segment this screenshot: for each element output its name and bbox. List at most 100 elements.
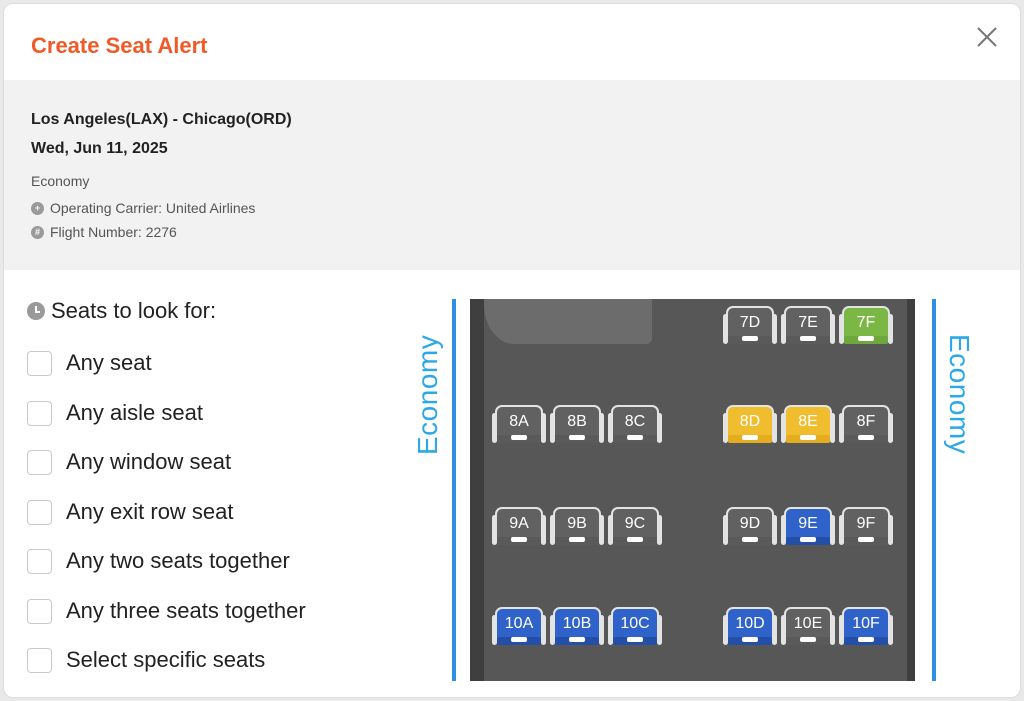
seat-tag bbox=[858, 435, 874, 440]
section-label-left: Economy bbox=[412, 334, 443, 455]
seat-10c[interactable]: 10C bbox=[608, 607, 662, 647]
option-label: Any three seats together bbox=[66, 598, 306, 623]
seat-option[interactable]: Any window seat bbox=[27, 449, 231, 475]
hash-icon: # bbox=[31, 225, 44, 239]
seat-8f[interactable]: 8F bbox=[839, 405, 893, 445]
operating-carrier: + Operating Carrier: United Airlines bbox=[31, 200, 255, 216]
seat-option[interactable]: Any three seats together bbox=[27, 598, 306, 624]
seat-armrest bbox=[772, 515, 777, 545]
seat-tag bbox=[742, 537, 758, 542]
seat-tag bbox=[800, 336, 816, 341]
seat-8e[interactable]: 8E bbox=[781, 405, 835, 445]
seat-tag bbox=[569, 435, 585, 440]
option-checkbox[interactable] bbox=[27, 598, 52, 624]
seat-armrest bbox=[772, 314, 777, 344]
seat-8a[interactable]: 8A bbox=[492, 405, 546, 445]
seat-option[interactable]: Any two seats together bbox=[27, 548, 290, 574]
seat-armrest bbox=[830, 314, 835, 344]
seat-armrest bbox=[599, 615, 604, 645]
seat-option[interactable]: Select specific seats bbox=[27, 647, 265, 673]
seat-tag bbox=[858, 336, 874, 341]
seat-armrest bbox=[657, 515, 662, 545]
seat-7e[interactable]: 7E bbox=[781, 306, 835, 346]
seats-to-look-for-label: Seats to look for: bbox=[51, 298, 217, 323]
option-label: Any seat bbox=[66, 350, 152, 375]
seat-armrest bbox=[541, 413, 546, 443]
seat-9f[interactable]: 9F bbox=[839, 507, 893, 547]
seat-armrest bbox=[830, 413, 835, 443]
seat-armrest bbox=[888, 413, 893, 443]
flight-number: # Flight Number: 2276 bbox=[31, 224, 177, 240]
option-checkbox[interactable] bbox=[27, 400, 52, 426]
seat-tag bbox=[569, 537, 585, 542]
flight-number-text: Flight Number: 2276 bbox=[50, 224, 177, 240]
seat-9b[interactable]: 9B bbox=[550, 507, 604, 547]
seat-armrest bbox=[888, 615, 893, 645]
seat-tag bbox=[627, 637, 643, 642]
cabin-wall-right bbox=[907, 299, 915, 681]
flight-route: Los Angeles(LAX) - Chicago(ORD) bbox=[31, 111, 292, 128]
clock-icon bbox=[27, 302, 45, 320]
seat-tag bbox=[569, 637, 585, 642]
cabin-wall-left bbox=[470, 299, 484, 681]
seat-armrest bbox=[830, 615, 835, 645]
seat-tag bbox=[858, 537, 874, 542]
seat-tag bbox=[511, 637, 527, 642]
section-label-right: Economy bbox=[944, 334, 975, 455]
seat-10a[interactable]: 10A bbox=[492, 607, 546, 647]
seat-tag bbox=[627, 435, 643, 440]
flight-date: Wed, Jun 11, 2025 bbox=[31, 140, 168, 157]
seat-option[interactable]: Any aisle seat bbox=[27, 400, 203, 426]
option-checkbox[interactable] bbox=[27, 449, 52, 475]
seat-armrest bbox=[830, 515, 835, 545]
seat-tag bbox=[858, 637, 874, 642]
seat-9e[interactable]: 9E bbox=[781, 507, 835, 547]
close-button[interactable] bbox=[974, 24, 1000, 50]
option-label: Any aisle seat bbox=[66, 400, 203, 425]
seat-option[interactable]: Any seat bbox=[27, 350, 152, 376]
seat-tag bbox=[742, 336, 758, 341]
option-label: Any window seat bbox=[66, 449, 232, 474]
option-checkbox[interactable] bbox=[27, 647, 52, 673]
seat-8b[interactable]: 8B bbox=[550, 405, 604, 445]
seat-7f[interactable]: 7F bbox=[839, 306, 893, 346]
section-bar-right bbox=[932, 299, 936, 681]
seat-tag bbox=[511, 435, 527, 440]
seat-armrest bbox=[657, 615, 662, 645]
modal-title: Create Seat Alert bbox=[31, 33, 208, 58]
seat-tag bbox=[627, 537, 643, 542]
modal-header: Create Seat Alert bbox=[4, 4, 1020, 80]
seat-8d[interactable]: 8D bbox=[723, 405, 777, 445]
seat-10f[interactable]: 10F bbox=[839, 607, 893, 647]
seat-armrest bbox=[599, 515, 604, 545]
seat-tag bbox=[800, 435, 816, 440]
seat-tag bbox=[800, 637, 816, 642]
seat-10e[interactable]: 10E bbox=[781, 607, 835, 647]
option-label: Select specific seats bbox=[66, 647, 266, 672]
seat-armrest bbox=[888, 314, 893, 344]
seat-armrest bbox=[772, 413, 777, 443]
close-icon bbox=[977, 27, 997, 47]
option-checkbox[interactable] bbox=[27, 548, 52, 574]
seats-to-look-for-heading: Seats to look for: bbox=[27, 298, 216, 324]
seat-9d[interactable]: 9D bbox=[723, 507, 777, 547]
seat-map: 7D 7E 7F 8A 8B 8C 8D 8E 8F 9A 9B 9C 9D 9E 9F 10A 10B 10C 1… bbox=[470, 299, 915, 681]
seat-9a[interactable]: 9A bbox=[492, 507, 546, 547]
seat-10d[interactable]: 10D bbox=[723, 607, 777, 647]
option-checkbox[interactable] bbox=[27, 350, 52, 376]
carrier-icon: + bbox=[31, 201, 44, 215]
flight-info-panel: Los Angeles(LAX) - Chicago(ORD) Wed, Jun… bbox=[4, 80, 1020, 270]
seat-8c[interactable]: 8C bbox=[608, 405, 662, 445]
seat-armrest bbox=[888, 515, 893, 545]
seat-9c[interactable]: 9C bbox=[608, 507, 662, 547]
seat-tag bbox=[742, 435, 758, 440]
option-label: Any two seats together bbox=[66, 548, 290, 573]
seat-tag bbox=[511, 537, 527, 542]
seat-7d[interactable]: 7D bbox=[723, 306, 777, 346]
seat-tag bbox=[800, 537, 816, 542]
seat-10b[interactable]: 10B bbox=[550, 607, 604, 647]
seat-armrest bbox=[657, 413, 662, 443]
seat-armrest bbox=[541, 615, 546, 645]
seat-option[interactable]: Any exit row seat bbox=[27, 499, 234, 525]
option-checkbox[interactable] bbox=[27, 499, 52, 525]
